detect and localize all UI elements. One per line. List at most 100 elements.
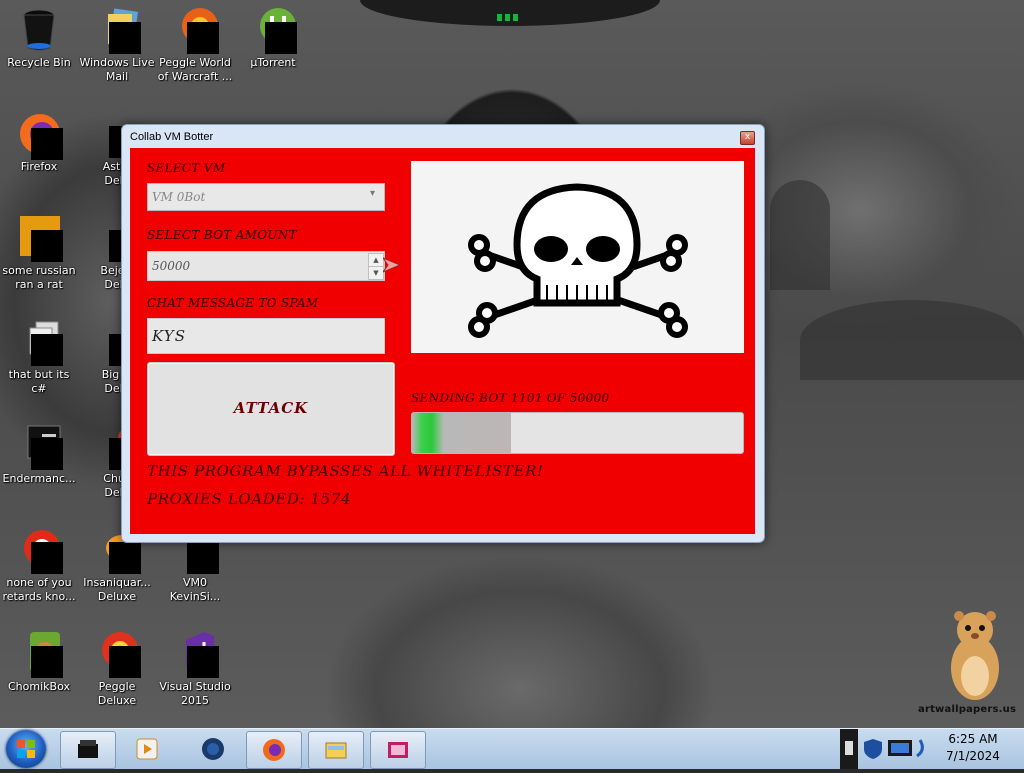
stepper-down-icon[interactable]: ▼ bbox=[368, 266, 384, 280]
russian-rat-icon: e bbox=[16, 214, 63, 262]
redaction bbox=[31, 646, 63, 678]
taskbar-media-center[interactable] bbox=[370, 731, 426, 769]
clock-time: 6:25 AM bbox=[948, 732, 998, 746]
redaction bbox=[187, 542, 219, 574]
desktop-icon[interactable]: Peggle World of Warcraft ... bbox=[156, 6, 234, 84]
desktop-icon[interactable]: that but its c# bbox=[0, 318, 78, 396]
chomikbox-icon bbox=[16, 630, 63, 678]
wallpaper-hills bbox=[800, 300, 1024, 380]
redaction bbox=[265, 22, 297, 54]
redaction bbox=[187, 22, 219, 54]
desktop-icon-label: none of you retards kno... bbox=[2, 576, 76, 603]
close-icon: x bbox=[744, 132, 751, 142]
redaction bbox=[187, 646, 219, 678]
desktop-icon-label: Recycle Bin bbox=[7, 56, 71, 69]
wallpaper-watermark: artwallpapers.us bbox=[918, 704, 1017, 715]
desktop-icon[interactable]: Peggle Deluxe bbox=[78, 630, 156, 708]
redaction bbox=[31, 542, 63, 574]
desktop-icon[interactable]: Visual Studio 2015 bbox=[156, 630, 234, 708]
start-button[interactable] bbox=[6, 730, 46, 768]
chat-message-value: KYS bbox=[152, 327, 186, 345]
desktop-icon[interactable]: Windows Live Mail bbox=[78, 6, 156, 84]
desktop-icon-label: ChomikBox bbox=[8, 680, 70, 693]
redaction bbox=[109, 646, 141, 678]
select-vm-label: SELECT VM bbox=[147, 161, 226, 175]
attack-button[interactable]: ATTACK bbox=[147, 362, 395, 456]
visual-studio-2015-icon bbox=[172, 630, 219, 678]
window-titlebar[interactable]: Collab VM Botter x bbox=[122, 125, 764, 149]
chevron-down-icon[interactable]: ▾ bbox=[370, 188, 375, 199]
redaction bbox=[31, 230, 63, 262]
peggle-deluxe-icon bbox=[94, 630, 141, 678]
desktop-icon-label: some russian ran a rat bbox=[2, 264, 76, 291]
window-title: Collab VM Botter bbox=[130, 131, 214, 143]
stepper-up-icon[interactable]: ▲ bbox=[368, 253, 384, 267]
taskbar-media-player[interactable] bbox=[120, 731, 180, 767]
desktop-icon-label: Visual Studio 2015 bbox=[159, 680, 231, 707]
bot-amount-value: 50000 bbox=[152, 259, 191, 273]
desktop-icon-label: µTorrent bbox=[250, 56, 296, 69]
desktop-icon[interactable]: ChomikBox bbox=[0, 630, 78, 694]
desktop-icon-label: VM0 KevinSi... bbox=[169, 576, 221, 603]
desktop-icon[interactable]: e some russian ran a rat bbox=[0, 214, 78, 292]
monitor-icon[interactable] bbox=[887, 738, 913, 760]
select-vm-dropdown[interactable]: VM 0Bot ▾ bbox=[147, 183, 385, 211]
task-manager-icon bbox=[78, 740, 98, 758]
redaction bbox=[109, 22, 141, 54]
sending-status-text: SENDING BOT 1101 OF 50000 bbox=[411, 391, 610, 405]
none-of-you-icon bbox=[16, 526, 63, 574]
taskbar-task-manager[interactable] bbox=[60, 731, 116, 769]
network-icon[interactable] bbox=[914, 738, 928, 760]
firefox-icon bbox=[263, 739, 285, 761]
desktop-icon-label: that but its c# bbox=[8, 368, 70, 395]
desktop-icon-label: Peggle World of Warcraft ... bbox=[157, 56, 233, 83]
endermanch-icon bbox=[16, 422, 63, 470]
collab-vm-botter-window[interactable]: Collab VM Botter x SELECT VM VM 0Bot ▾ S… bbox=[121, 124, 765, 543]
bot-amount-label: SELECT BOT AMOUNT bbox=[147, 228, 297, 242]
taskbar-clock[interactable]: 6:25 AM 7/1/2024 bbox=[930, 731, 1016, 767]
clock-date: 7/1/2024 bbox=[946, 749, 1000, 763]
desktop-icon[interactable]: Firefox bbox=[0, 110, 78, 174]
utorrent-icon bbox=[250, 6, 297, 54]
attack-button-label: ATTACK bbox=[233, 399, 309, 417]
firefox-icon bbox=[16, 110, 63, 160]
taskbar-network-globe[interactable] bbox=[186, 731, 240, 767]
redaction bbox=[31, 438, 63, 470]
taskbar-file-explorer[interactable] bbox=[308, 731, 364, 769]
hamster-icon bbox=[946, 606, 1004, 702]
file-explorer-icon bbox=[325, 742, 347, 759]
chat-message-input[interactable]: KYS bbox=[147, 318, 385, 354]
network-globe-icon bbox=[202, 738, 224, 760]
wallpaper-tower bbox=[770, 180, 830, 290]
pointer-cursor-icon bbox=[381, 256, 402, 277]
taskbar-firefox[interactable] bbox=[246, 731, 302, 769]
notch-indicator bbox=[497, 6, 521, 25]
desktop-icon[interactable]: Recycle Bin bbox=[0, 6, 78, 70]
redaction bbox=[31, 128, 63, 160]
windows-live-mail-icon bbox=[94, 6, 141, 54]
redaction bbox=[109, 542, 141, 574]
desktop-icon-label: Firefox bbox=[20, 160, 58, 173]
show-hidden-icons[interactable] bbox=[840, 729, 858, 769]
window-client-area: SELECT VM VM 0Bot ▾ SELECT BOT AMOUNT 50… bbox=[130, 148, 755, 534]
skull-picture-box bbox=[411, 161, 744, 353]
desktop-icon-label: Peggle Deluxe bbox=[97, 680, 137, 707]
redaction bbox=[31, 334, 63, 366]
media-player-icon bbox=[136, 738, 158, 760]
desktop-icon-label: Windows Live Mail bbox=[79, 56, 155, 83]
close-button[interactable]: x bbox=[740, 131, 755, 145]
skull-and-crossbones-icon bbox=[468, 183, 688, 338]
sending-progress-bar bbox=[411, 412, 744, 454]
windows-start-icon bbox=[17, 740, 35, 758]
desktop-icon[interactable]: none of you retards kno... bbox=[0, 526, 78, 604]
desktop-icon[interactable]: µTorrent bbox=[234, 6, 312, 70]
bot-amount-stepper[interactable]: 50000 ▲ ▼ bbox=[147, 251, 385, 281]
progress-fill bbox=[412, 413, 512, 453]
bypass-notice: THIS PROGRAM BYPASSES ALL WHITELISTER! bbox=[147, 462, 544, 480]
chat-message-label: CHAT MESSAGE TO SPAM bbox=[147, 296, 319, 310]
desktop-icon-label: Insaniquar... Deluxe bbox=[83, 576, 151, 603]
desktop-icon[interactable]: Endermanc... bbox=[0, 422, 78, 486]
media-center-icon bbox=[388, 742, 408, 758]
shield-icon[interactable] bbox=[862, 738, 884, 760]
recycle-bin-icon bbox=[16, 6, 62, 52]
